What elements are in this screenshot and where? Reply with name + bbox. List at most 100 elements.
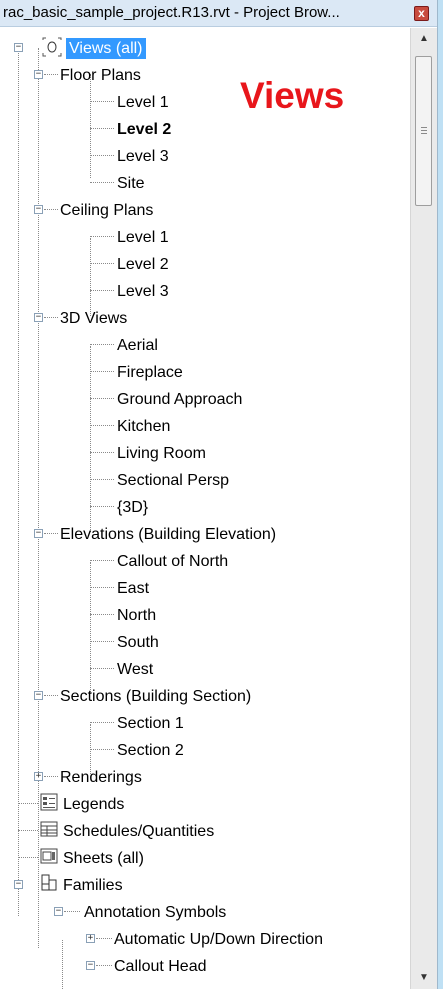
tree-connector: [90, 562, 91, 694]
family-icon: [41, 874, 57, 891]
schedule-icon: [40, 821, 58, 837]
tree-connector: [90, 668, 114, 669]
tree-group-families[interactable]: Families: [63, 872, 123, 899]
tree-group-sections[interactable]: Sections (Building Section): [60, 683, 251, 710]
tree-connector: [18, 48, 19, 916]
tree-connector: [18, 830, 38, 831]
tree-connector: [90, 398, 114, 399]
collapse-icon[interactable]: −: [14, 43, 23, 52]
scrollbar-thumb[interactable]: [415, 56, 432, 206]
tree-item-sectional-persp[interactable]: Sectional Persp: [117, 467, 229, 494]
tree-group-legends[interactable]: Legends: [63, 791, 124, 818]
tree-connector: [44, 74, 58, 75]
expand-icon[interactable]: +: [34, 772, 43, 781]
tree-connector: [44, 317, 58, 318]
tree-connector: [18, 803, 38, 804]
scroll-down-icon[interactable]: ▼: [411, 967, 437, 989]
tree-connector: [90, 155, 114, 156]
tree-item-level-2[interactable]: Level 2: [117, 116, 171, 143]
tree-item-level-3[interactable]: Level 3: [117, 278, 169, 305]
tree-group-schedules[interactable]: Schedules/Quantities: [63, 818, 214, 845]
tree-connector: [96, 965, 112, 966]
tree-item-label: Views (all): [66, 38, 146, 59]
collapse-icon[interactable]: −: [34, 205, 43, 214]
tree-connector: [44, 776, 58, 777]
tree-connector: [90, 506, 114, 507]
project-browser-tree: − Views (all) − Floor Plans Level 1 Leve…: [0, 28, 410, 989]
tree-group-elevations[interactable]: Elevations (Building Elevation): [60, 521, 276, 548]
tree-item-site[interactable]: Site: [117, 170, 145, 197]
vertical-scrollbar[interactable]: ▲ ▼: [410, 28, 437, 989]
tree-connector: [96, 938, 112, 939]
tree-item-level-3[interactable]: Level 3: [117, 143, 169, 170]
legend-icon: [40, 793, 58, 811]
tree-group-3d-views[interactable]: 3D Views: [60, 305, 127, 332]
tree-item-south[interactable]: South: [117, 629, 159, 656]
tree-item-west[interactable]: West: [117, 656, 153, 683]
tree-connector: [90, 722, 114, 723]
tree-connector: [90, 749, 114, 750]
collapse-icon[interactable]: −: [14, 880, 23, 889]
tree-item-3d[interactable]: {3D}: [117, 494, 148, 521]
collapse-icon[interactable]: −: [86, 961, 95, 970]
tree-connector: [90, 290, 114, 291]
tree-connector: [18, 857, 38, 858]
title-bar[interactable]: rac_basic_sample_project.R13.rvt - Proje…: [0, 0, 437, 27]
expand-icon[interactable]: +: [86, 934, 95, 943]
tree-connector: [44, 695, 58, 696]
tree-item-ground-approach[interactable]: Ground Approach: [117, 386, 242, 413]
tree-connector: [38, 48, 39, 948]
tree-group-callout-head[interactable]: Callout Head: [114, 953, 207, 980]
tree-item-section-2[interactable]: Section 2: [117, 737, 184, 764]
collapse-icon[interactable]: −: [34, 70, 43, 79]
tree-group-annotation-symbols[interactable]: Annotation Symbols: [84, 899, 226, 926]
collapse-icon[interactable]: −: [34, 529, 43, 538]
tree-connector: [90, 587, 114, 588]
sheet-icon: [40, 848, 58, 864]
tree-item-level-1[interactable]: Level 1: [117, 89, 169, 116]
window-title: rac_basic_sample_project.R13.rvt - Proje…: [3, 4, 340, 21]
tree-group-floor-plans[interactable]: Floor Plans: [60, 62, 141, 89]
tree-item-views-all[interactable]: Views (all): [66, 35, 146, 62]
close-icon[interactable]: x: [414, 6, 429, 21]
collapse-icon[interactable]: −: [34, 313, 43, 322]
grip-line: [421, 127, 427, 128]
scroll-up-icon[interactable]: ▲: [411, 28, 437, 50]
grip-line: [421, 130, 427, 131]
tree-item-level-2[interactable]: Level 2: [117, 251, 169, 278]
tree-connector: [90, 101, 114, 102]
grip-line: [421, 133, 427, 134]
tree-connector: [90, 479, 114, 480]
tree-connector: [90, 263, 114, 264]
tree-connector: [62, 940, 63, 989]
tree-connector: [90, 344, 114, 345]
tree-connector: [90, 452, 114, 453]
tree-group-sheets[interactable]: Sheets (all): [63, 845, 144, 872]
tree-item-living-room[interactable]: Living Room: [117, 440, 206, 467]
tree-connector: [90, 182, 114, 183]
tree-group-renderings[interactable]: Renderings: [60, 764, 142, 791]
tree-item-east[interactable]: East: [117, 575, 149, 602]
tree-connector: [90, 74, 91, 178]
tree-item-north[interactable]: North: [117, 602, 156, 629]
project-browser-window: rac_basic_sample_project.R13.rvt - Proje…: [0, 0, 438, 989]
tree-item-section-1[interactable]: Section 1: [117, 710, 184, 737]
tree-group-automatic-up-down[interactable]: Automatic Up/Down Direction: [114, 926, 323, 953]
view-group-icon: [42, 37, 62, 57]
tree-connector: [90, 371, 114, 372]
tree-group-ceiling-plans[interactable]: Ceiling Plans: [60, 197, 153, 224]
tree-connector: [64, 911, 80, 912]
tree-item-level-1[interactable]: Level 1: [117, 224, 169, 251]
collapse-icon[interactable]: −: [54, 907, 63, 916]
tree-item-aerial[interactable]: Aerial: [117, 332, 158, 359]
collapse-icon[interactable]: −: [34, 691, 43, 700]
tree-connector: [90, 614, 114, 615]
tree-item-fireplace[interactable]: Fireplace: [117, 359, 183, 386]
views-annotation-label: Views: [240, 75, 345, 116]
tree-connector: [90, 560, 114, 561]
tree-item-kitchen[interactable]: Kitchen: [117, 413, 170, 440]
tree-connector: [90, 236, 114, 237]
tree-connector: [44, 533, 58, 534]
tree-item-callout-of-north[interactable]: Callout of North: [117, 548, 228, 575]
tree-connector: [90, 641, 114, 642]
